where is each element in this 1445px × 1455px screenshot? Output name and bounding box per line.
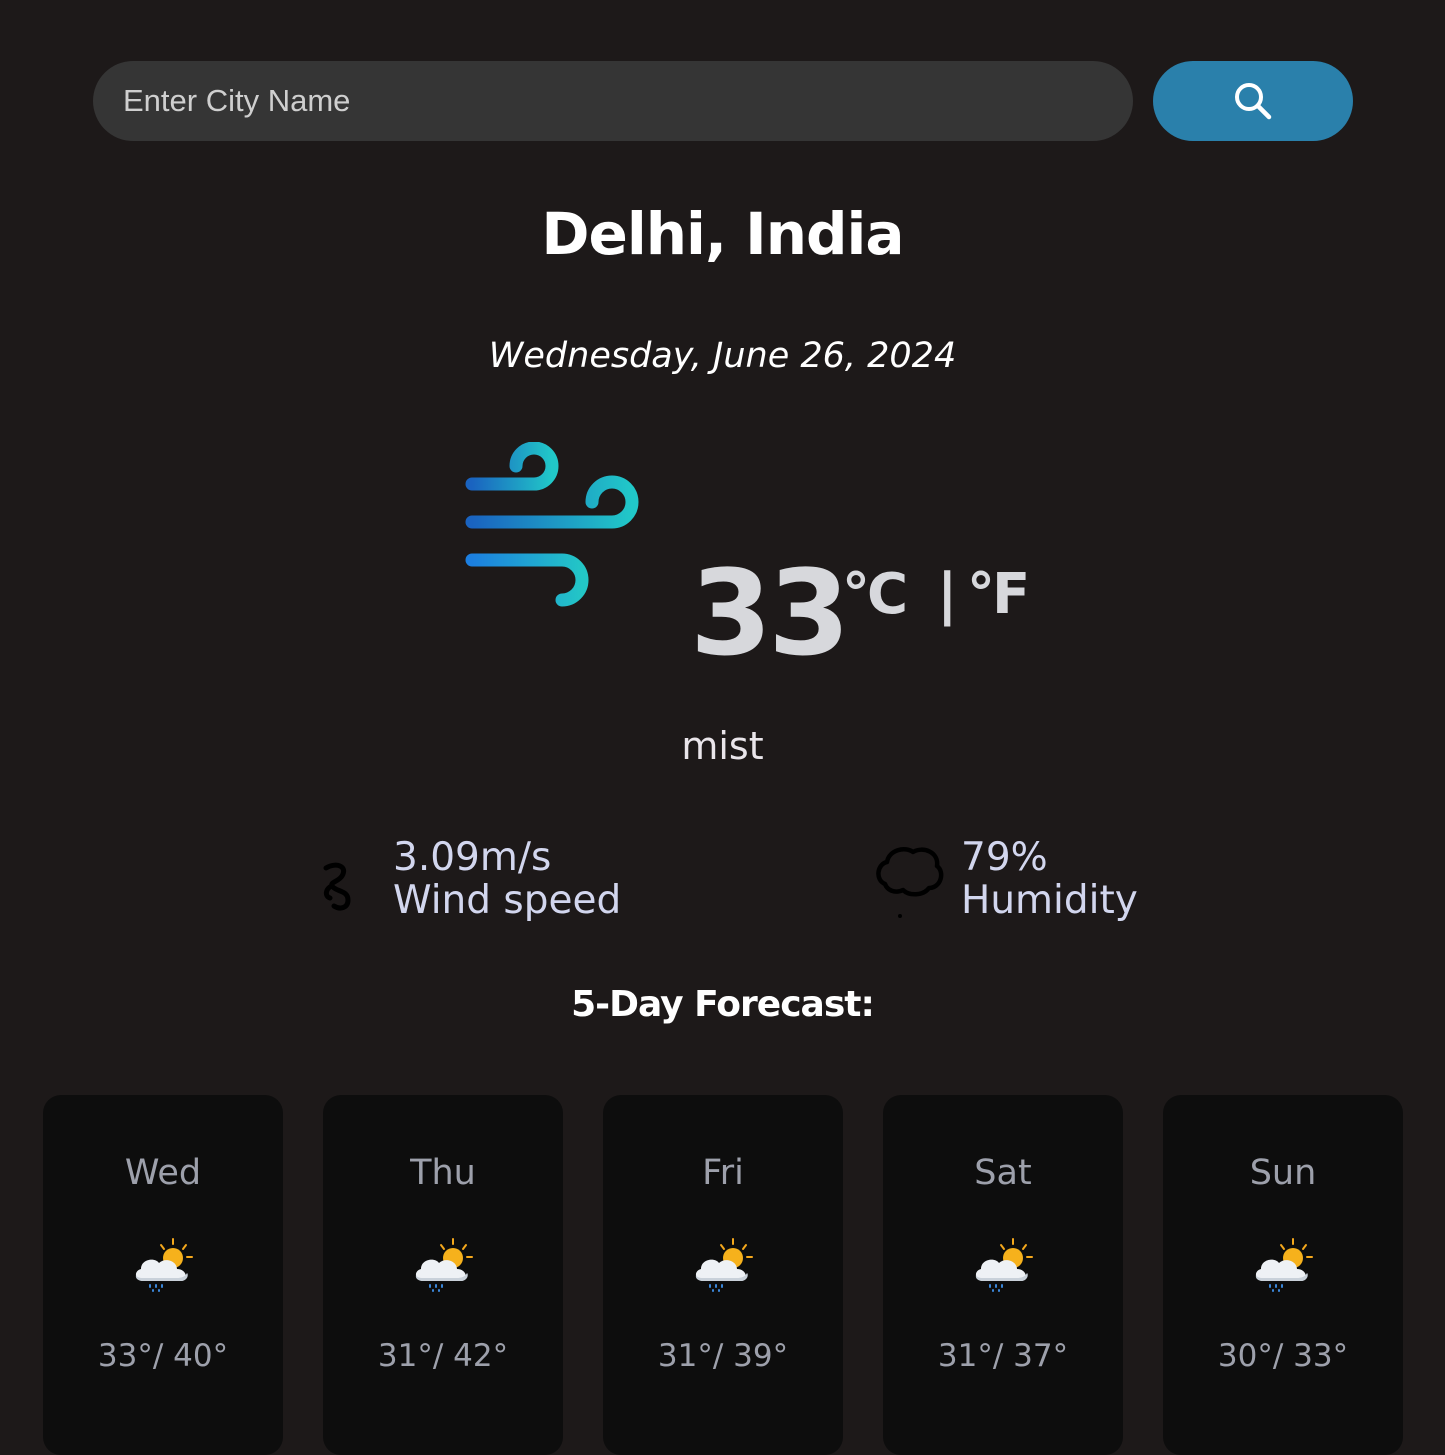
forecast-day: Sat [974,1153,1032,1193]
forecast-card-fri: Fri 31°/ 39° [603,1095,843,1455]
partly-cloudy-rain-icon [695,1238,753,1292]
forecast-card-thu: Thu 31°/ 42° [323,1095,563,1455]
unit-separator: | [937,562,958,627]
partly-cloudy-rain-icon [1255,1238,1313,1292]
forecast-title: 5-Day Forecast: [571,984,875,1025]
celsius-toggle[interactable]: °C [842,562,908,627]
forecast-card-sat: Sat 31°/ 37° [883,1095,1123,1455]
wind-speed-value: 3.09m/s [393,835,552,880]
search-bar [93,61,1353,141]
wind-speed-icon [323,862,351,911]
forecast-card-wed: Wed 33°/ 40° [43,1095,283,1455]
weather-description: mist [681,724,764,768]
location-title: Delhi, India [541,200,904,268]
wind-detail: 3.09m/s Wind speed [318,836,621,926]
forecast-day: Fri [702,1153,744,1193]
search-icon [1235,83,1272,120]
partly-cloudy-rain-icon [975,1238,1033,1292]
humidity-label: Humidity [961,878,1138,923]
search-button[interactable] [1153,61,1353,141]
wind-speed-label: Wind speed [393,878,622,923]
fahrenheit-toggle[interactable]: °F [967,562,1030,627]
current-temperature: 33 [690,544,850,682]
forecast-day: Thu [410,1153,476,1193]
partly-cloudy-rain-icon [135,1238,193,1292]
forecast-temp-range: 31°/ 39° [657,1338,789,1374]
partly-cloudy-rain-icon [415,1238,473,1292]
forecast-temp-range: 31°/ 37° [937,1338,1069,1374]
humidity-detail: 79% Humidity [873,836,1138,922]
forecast-temp-range: 30°/ 33° [1217,1338,1349,1374]
forecast-card-sun: Sun 30°/ 33° [1163,1095,1403,1455]
cloud-icon [876,847,944,918]
city-search-input[interactable] [93,61,1133,141]
wind-icon [465,442,639,607]
temperature-display: 33 °C | °F [690,548,1090,678]
humidity-value: 79% [961,835,1048,880]
forecast-day: Wed [124,1153,202,1193]
forecast-temp-range: 33°/ 40° [97,1338,229,1374]
forecast-temp-range: 31°/ 42° [377,1338,509,1374]
forecast-day: Sun [1249,1153,1317,1193]
current-date: Wednesday, June 26, 2024 [488,336,957,376]
